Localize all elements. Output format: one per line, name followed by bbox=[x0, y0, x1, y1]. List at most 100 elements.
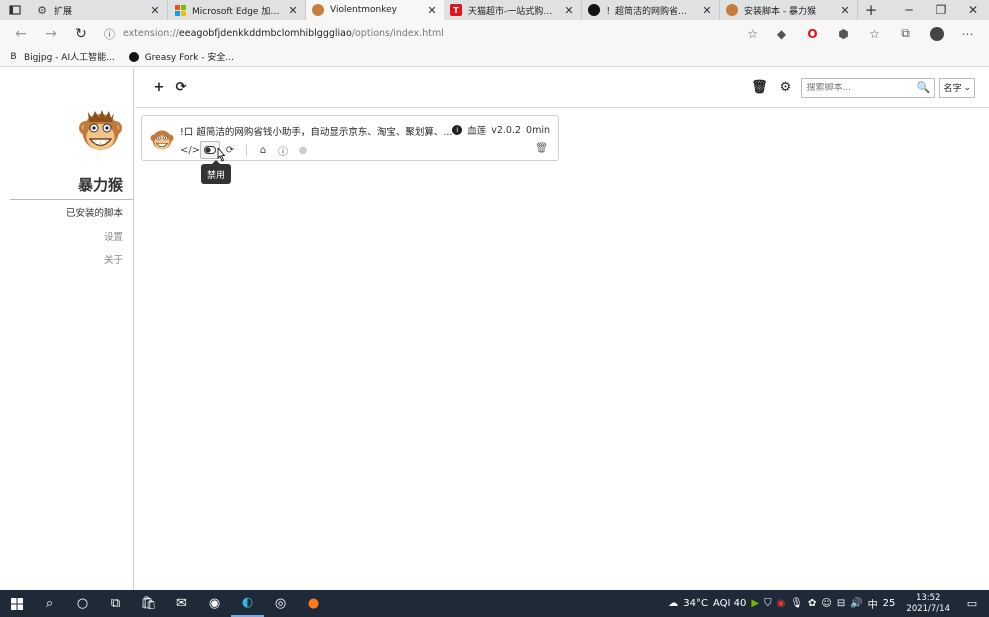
script-updated: 0min bbox=[526, 124, 550, 136]
clock[interactable]: 13:52 2021/7/14 bbox=[900, 593, 956, 615]
shield-extension-icon[interactable]: ⬢ bbox=[828, 22, 859, 46]
homepage-button[interactable]: ⌂ bbox=[253, 141, 273, 159]
cortana-button[interactable]: ○ bbox=[66, 590, 99, 617]
info-icon: ⓘ bbox=[278, 146, 288, 158]
qq-icon[interactable]: ☺ bbox=[821, 598, 831, 609]
tooltip-disable: 禁用 bbox=[201, 160, 231, 184]
scripts-toolbar: + ⟳ 🗑 ⚙ 🔍 名字 ⌄ bbox=[135, 68, 989, 108]
start-button[interactable] bbox=[0, 590, 33, 617]
volume-icon[interactable]: 🔊 bbox=[850, 598, 862, 609]
trash-icon: 🗑 bbox=[535, 143, 548, 154]
search-taskbar-button[interactable]: ⌕ bbox=[33, 590, 66, 617]
obs-app[interactable]: ◎ bbox=[264, 590, 297, 617]
windows-taskbar: ⌕ ○ ⧉ 🛍 ✉ ◉ ◐ ◎ ● ☁ 34°C AQI 40 ▶ ⛉ ◉ 🎙 … bbox=[0, 590, 989, 617]
add-favorite-icon[interactable]: ☆ bbox=[747, 27, 758, 41]
action-divider bbox=[246, 144, 247, 156]
update-all-button[interactable]: ⟳ bbox=[171, 78, 191, 98]
info-icon[interactable]: ⓘ bbox=[104, 26, 115, 42]
media-app[interactable]: ◉ bbox=[198, 590, 231, 617]
firefox-app[interactable]: ● bbox=[297, 590, 330, 617]
close-icon[interactable]: ✕ bbox=[563, 4, 575, 17]
badge-25[interactable]: 25 bbox=[883, 598, 896, 609]
security-icon[interactable]: ⛉ bbox=[764, 598, 772, 609]
trash-button[interactable]: 🗑 bbox=[749, 78, 769, 98]
notification-center-button[interactable]: ▭ bbox=[961, 597, 983, 610]
back-button[interactable]: ← bbox=[6, 22, 36, 46]
sort-select[interactable]: 名字 ⌄ bbox=[939, 77, 975, 98]
task-view-button[interactable]: ⧉ bbox=[99, 590, 132, 617]
close-icon[interactable]: ✕ bbox=[839, 4, 851, 17]
home-icon: ⌂ bbox=[259, 144, 267, 156]
tab-tmall[interactable]: T 天猫超市-一站式购齐, 自 ✕ bbox=[444, 0, 582, 20]
opera-extension-icon[interactable]: O bbox=[797, 22, 828, 46]
nvidia-icon[interactable]: ▶ bbox=[751, 598, 759, 609]
sidebar-item-settings[interactable]: 设置 bbox=[104, 229, 123, 243]
collections-icon[interactable]: ⧉ bbox=[890, 22, 921, 46]
microphone-icon[interactable]: 🎙 bbox=[790, 598, 803, 609]
script-author[interactable]: 血莲 bbox=[467, 123, 486, 137]
minimize-button[interactable]: ─ bbox=[893, 0, 925, 20]
bookmark-greasyfork[interactable]: Greasy Fork - 安全... bbox=[129, 50, 234, 63]
tab-actions-button[interactable] bbox=[0, 0, 30, 20]
sidebar-item-about[interactable]: 关于 bbox=[104, 252, 123, 266]
settings-button[interactable]: ⚙ bbox=[775, 78, 795, 98]
close-window-button[interactable]: ✕ bbox=[957, 0, 989, 20]
arrow-right-icon: → bbox=[45, 25, 57, 42]
tab-extensions[interactable]: ⚙ 扩展 ✕ bbox=[30, 0, 168, 20]
mouse-cursor-icon bbox=[217, 148, 226, 162]
tab-edge-addons[interactable]: Microsoft Edge 加载项 - ✕ bbox=[168, 0, 306, 20]
favorites-icon[interactable]: ☆ bbox=[859, 22, 890, 46]
remove-script-button[interactable]: 🗑 bbox=[535, 143, 548, 154]
wechat-icon[interactable]: ✿ bbox=[808, 598, 816, 609]
info-button[interactable]: ⓘ bbox=[273, 141, 293, 159]
record-icon[interactable]: ◉ bbox=[777, 598, 786, 609]
violentmonkey-logo bbox=[79, 110, 122, 150]
trash-icon: 🗑 bbox=[751, 80, 768, 95]
bookmarks-bar: B Bigjpg - AI人工智能... Greasy Fork - 安全... bbox=[0, 47, 989, 67]
tab-violentmonkey[interactable]: Violentmonkey ✕ bbox=[306, 0, 444, 20]
support-button[interactable]: ● bbox=[293, 141, 313, 159]
edge-icon: ◐ bbox=[241, 595, 254, 610]
edit-code-button[interactable]: </> bbox=[180, 141, 200, 159]
url-field[interactable]: ⓘ extension://eeagobfjdenkkddmbclomhiblg… bbox=[96, 23, 766, 45]
forward-button[interactable]: → bbox=[36, 22, 66, 46]
extension-cube-icon[interactable]: ◆ bbox=[766, 22, 797, 46]
weather-temp[interactable]: 34°C bbox=[683, 598, 708, 609]
profile-avatar[interactable] bbox=[921, 22, 952, 46]
sidebar-item-installed-scripts[interactable]: 已安装的脚本 bbox=[66, 205, 123, 219]
bookmark-bigjpg[interactable]: B Bigjpg - AI人工智能... bbox=[8, 50, 114, 64]
store-icon: 🛍 bbox=[140, 596, 157, 611]
clock-date: 2021/7/14 bbox=[906, 603, 950, 614]
edge-app[interactable]: ◐ bbox=[231, 590, 264, 617]
tab-install-script[interactable]: 安装脚本 - 暴力猴 ✕ bbox=[720, 0, 858, 20]
store-app[interactable]: 🛍 bbox=[132, 590, 165, 617]
close-icon[interactable]: ✕ bbox=[149, 4, 161, 17]
mail-app[interactable]: ✉ bbox=[165, 590, 198, 617]
search-icon[interactable]: 🔍 bbox=[917, 81, 931, 94]
search-input[interactable] bbox=[806, 82, 917, 93]
network-icon[interactable]: ⊟ bbox=[837, 598, 845, 609]
cloud-icon: ☁ bbox=[668, 598, 679, 609]
ime-indicator[interactable]: 中 bbox=[868, 596, 878, 611]
close-icon[interactable]: ✕ bbox=[287, 4, 299, 17]
arrow-left-icon: ← bbox=[15, 25, 27, 42]
sidebar-divider bbox=[10, 199, 133, 200]
new-tab-button[interactable]: + bbox=[858, 0, 884, 20]
brand-title: 暴力猴 bbox=[77, 176, 123, 194]
gear-icon: ⚙ bbox=[779, 80, 792, 95]
close-icon[interactable]: ✕ bbox=[426, 4, 438, 17]
chevron-down-icon: ⌄ bbox=[963, 82, 971, 93]
reload-button[interactable]: ↻ bbox=[66, 22, 96, 46]
script-card[interactable]: !口 超简洁的网购省钱小助手，自动显示京东、淘宝、聚划算、... i 血莲 v2… bbox=[141, 115, 559, 161]
monkey-icon bbox=[726, 4, 738, 16]
more-menu-icon[interactable]: ⋯ bbox=[952, 22, 983, 46]
weather-aqi[interactable]: AQI 40 bbox=[713, 598, 746, 609]
close-icon[interactable]: ✕ bbox=[701, 4, 713, 17]
tab-greasyfork-script[interactable]: ！超简洁的网购省钱小助手 ✕ bbox=[582, 0, 720, 20]
media-icon: ◉ bbox=[208, 596, 221, 611]
restore-button[interactable]: ❐ bbox=[925, 0, 957, 20]
script-meta: i 血莲 v2.0.2 0min bbox=[452, 123, 550, 137]
add-script-button[interactable]: + bbox=[149, 78, 169, 98]
reload-icon: ↻ bbox=[75, 25, 87, 42]
code-icon: </> bbox=[179, 144, 201, 156]
